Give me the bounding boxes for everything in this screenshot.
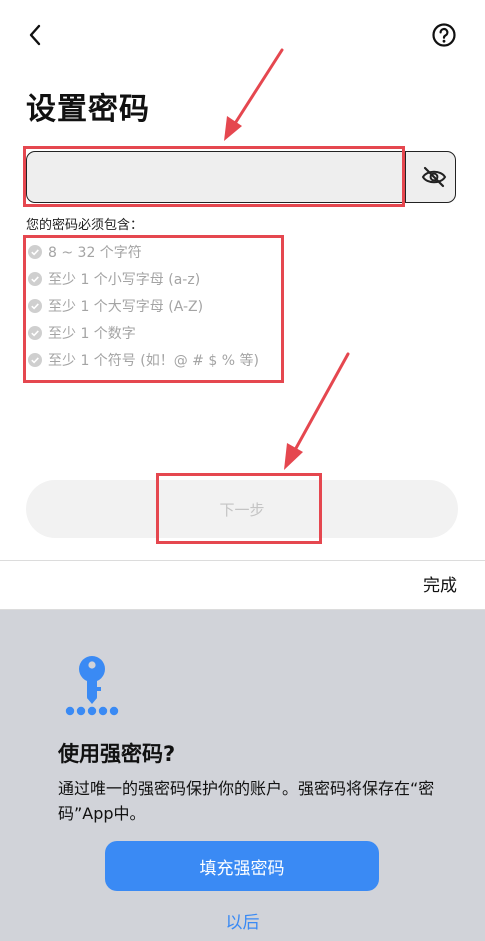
- annotation-arrowhead-1: [224, 116, 242, 141]
- keyboard-toolbar: 完成: [0, 560, 485, 610]
- key-icon: [65, 656, 119, 716]
- annotation-arrow-1: [232, 48, 284, 127]
- annotation-arrowhead-2: [284, 443, 303, 470]
- fill-strong-password-button[interactable]: 填充强密码: [105, 841, 379, 891]
- strong-password-sheet: 使用强密码? 通过唯一的强密码保护你的账户。强密码将保存在“密码”App中。 填…: [0, 610, 485, 941]
- annotation-arrow-2: [293, 352, 350, 452]
- sheet-description: 通过唯一的强密码保护你的账户。强密码将保存在“密码”App中。: [58, 779, 435, 823]
- later-button[interactable]: 以后: [0, 908, 485, 933]
- sheet-title: 使用强密码?: [58, 742, 176, 766]
- annotation-arrows: [224, 48, 350, 470]
- done-button[interactable]: 完成: [423, 571, 457, 596]
